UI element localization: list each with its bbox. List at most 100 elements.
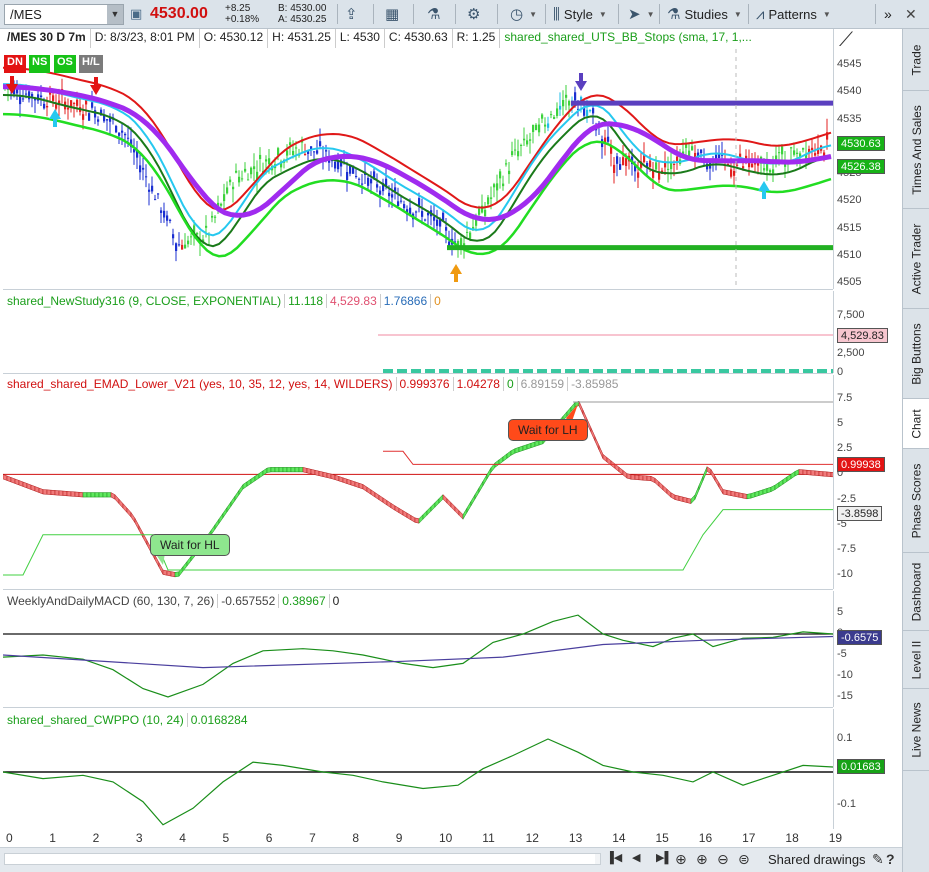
studies-button[interactable]: ⚗ Studies ▼ xyxy=(667,3,742,25)
candle-body xyxy=(349,165,352,174)
tab-big-buttons[interactable]: Big Buttons xyxy=(903,309,929,399)
tab-chart[interactable]: Chart xyxy=(903,399,929,449)
shared-drawings-button[interactable]: Shared drawings xyxy=(768,852,866,867)
ohlc-field: O: 4530.12 xyxy=(200,29,269,48)
price-label: 4526.38 xyxy=(837,159,885,175)
symbol-input[interactable]: /MES ▼ xyxy=(4,4,124,25)
emad-ribbon xyxy=(578,401,584,415)
study-header-field[interactable]: shared_NewStudy316 (9, CLOSE, EXPONENTIA… xyxy=(4,294,286,308)
tab-trade[interactable]: Trade xyxy=(903,29,929,91)
candle-body xyxy=(178,244,181,246)
study4-pane[interactable] xyxy=(3,709,833,829)
time-tick: 2 xyxy=(92,831,100,845)
zoom-out-icon[interactable]: ⊖ xyxy=(717,851,729,868)
study2-axis[interactable]: 7.5 5 2.5 0 -2.5 -5 -7.5 -10 0.99938 -3.8598 xyxy=(833,375,902,589)
candle-body xyxy=(655,162,658,170)
candles-icon: ⫼ xyxy=(553,5,560,23)
more-button[interactable]: » xyxy=(884,3,892,25)
time-tick: 13 xyxy=(568,831,583,845)
candle-body xyxy=(586,109,589,117)
study3-pane[interactable] xyxy=(3,591,833,707)
study-header-field[interactable]: shared_shared_CWPPO (10, 24) xyxy=(4,713,188,727)
flask-button[interactable]: ⚗ xyxy=(427,3,440,25)
tab-phase-scores[interactable]: Phase Scores xyxy=(903,449,929,553)
price-chart[interactable] xyxy=(3,29,833,289)
share-button[interactable]: ⇪ xyxy=(345,3,358,25)
symbol-lookup-icon[interactable]: ▣ xyxy=(130,6,142,22)
change-percent: +0.18% xyxy=(225,14,260,25)
emad-ribbon xyxy=(746,493,752,500)
axis-tick: 2.5 xyxy=(837,442,853,455)
emad-ribbon xyxy=(158,562,164,575)
axis-tick: 5 xyxy=(837,417,844,430)
emad-ribbon xyxy=(630,474,636,480)
study1-header: shared_NewStudy316 (9, CLOSE, EXPONENTIA… xyxy=(4,294,444,308)
emad-ribbon xyxy=(266,467,272,473)
price-axis[interactable]: 4545454045354530452545204515451045054530… xyxy=(833,29,902,289)
zoom-in-icon[interactable]: ⊕ xyxy=(696,851,708,868)
time-axis[interactable]: 0 1 2 3 4 5 6 7 8 9 10 11 12 13 14 15 16 17 18 19 xyxy=(3,829,842,847)
emad-ribbon xyxy=(794,469,800,477)
chart-area[interactable]: /MES 30 D 7m D: 8/3/23, 8:01 PM O: 4530.12… xyxy=(0,29,902,872)
candle-body xyxy=(811,147,814,151)
tab-live-news[interactable]: Live News xyxy=(903,689,929,771)
price-pane[interactable] xyxy=(3,29,833,289)
tab-times-and-sales[interactable]: Times And Sales xyxy=(903,91,929,209)
tab-active-trader[interactable]: Active Trader xyxy=(903,209,929,309)
study3-axis[interactable]: 50-5-10-15-0.6575 xyxy=(833,591,902,707)
time-frame-button[interactable]: ◷ ▼ xyxy=(510,3,537,25)
candle-body xyxy=(367,177,370,186)
cursor-button[interactable]: ➤ ▼ xyxy=(628,3,655,25)
calendar-button[interactable]: ▦ xyxy=(385,3,399,25)
help-icon[interactable]: ? xyxy=(886,851,895,867)
emad-ribbon xyxy=(506,450,512,459)
candle-body xyxy=(445,227,448,231)
emad-ribbon xyxy=(722,489,728,496)
candle-body xyxy=(490,197,493,199)
symbol-text: /MES xyxy=(10,7,42,22)
emad-ribbon xyxy=(614,463,620,473)
symbol-dropdown-icon[interactable]: ▼ xyxy=(107,5,123,24)
emad-ribbon xyxy=(418,514,424,524)
emad-ribbon xyxy=(50,489,56,496)
emad-ribbon xyxy=(366,486,372,495)
candle-body xyxy=(589,110,592,112)
emad-ribbon xyxy=(674,494,680,501)
scroll-start-icon[interactable]: ▐◀ xyxy=(606,851,622,864)
study4-axis[interactable]: 0.10-0.10.01683 xyxy=(833,709,902,829)
emad-ribbon xyxy=(458,510,464,520)
scroll-left-icon[interactable]: ◀ xyxy=(632,851,640,864)
crosshair-icon[interactable]: ⊕ xyxy=(675,851,687,868)
style-button[interactable]: ⫼ Style ▼ xyxy=(553,3,607,25)
tab-level-ii[interactable]: Level II xyxy=(903,631,929,689)
emad-ribbon xyxy=(26,483,32,490)
emad-ribbon xyxy=(714,475,720,489)
study2-pane[interactable] xyxy=(3,375,833,589)
purple-ma-line xyxy=(3,84,832,223)
scrollbar-thumb[interactable] xyxy=(5,854,595,864)
reset-zoom-icon[interactable]: ⊜ xyxy=(738,851,750,868)
close-button[interactable]: ✕ xyxy=(905,3,917,25)
horizontal-scrollbar[interactable] xyxy=(4,853,601,865)
study-header-field[interactable]: shared_shared_EMAD_Lower_V21 (yes, 10, 3… xyxy=(4,377,397,391)
tab-dashboard[interactable]: Dashboard xyxy=(903,553,929,631)
study-header-field[interactable]: WeeklyAndDailyMACD (60, 130, 7, 26) xyxy=(4,594,219,608)
study4-chart[interactable] xyxy=(3,709,833,829)
pencil-icon[interactable]: ✎ xyxy=(872,851,884,868)
axis-tick: 4520 xyxy=(837,194,862,207)
settings-button[interactable]: ⚙ xyxy=(467,3,480,25)
study3-chart[interactable] xyxy=(3,591,833,707)
time-tick: 10 xyxy=(439,831,453,845)
study1-axis[interactable]: 7,5005,0002,50004,529.83 xyxy=(833,291,902,378)
chart-style-icon[interactable]: ⟋ xyxy=(839,29,853,52)
price-change: +8.25 +0.18% xyxy=(225,3,259,25)
patterns-button[interactable]: ⩘ Patterns ▼ xyxy=(756,3,831,25)
emad-ribbon xyxy=(314,469,320,476)
ohlc-field[interactable]: shared_shared_UTS_BB_Stops (sma, 17, 1,.… xyxy=(500,29,755,48)
candle-body xyxy=(106,119,109,121)
candle-body xyxy=(325,150,328,152)
scroll-end-icon[interactable]: ▶▌ xyxy=(656,851,672,864)
flask-icon: ⚗ xyxy=(427,6,441,23)
study2-chart[interactable] xyxy=(3,375,833,589)
study-header-field: 1.04278 xyxy=(454,377,504,391)
